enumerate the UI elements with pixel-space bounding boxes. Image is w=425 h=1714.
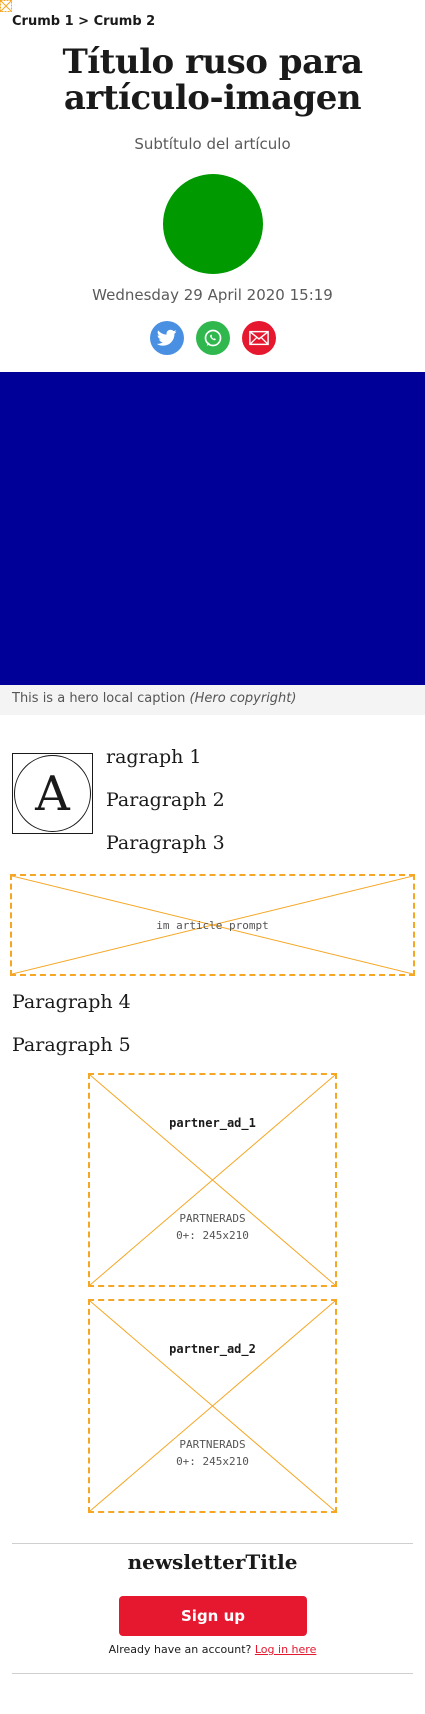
- author-avatar: [163, 174, 263, 274]
- article-subtitle: Subtítulo del artículo: [134, 135, 291, 153]
- divider: [12, 1543, 413, 1544]
- breadcrumb: Crumb 1 > Crumb 2: [12, 14, 155, 29]
- publish-date: Wednesday 29 April 2020 15:19: [92, 286, 333, 304]
- partner-ad[interactable]: partner_ad_1 PARTNERADS 0+: 245x210: [88, 1073, 337, 1287]
- login-prompt: Already have an account? Log in here: [0, 1643, 425, 1656]
- ad-slot-size: 0+: 245x210: [176, 1229, 249, 1242]
- hero-caption: This is a hero local caption (Hero copyr…: [0, 685, 425, 715]
- ad-slot-size: 0+: 245x210: [176, 1455, 249, 1468]
- ad-slot-name: partner_ad_1: [169, 1116, 256, 1130]
- article-title: Título ruso para artículo-imagen: [62, 42, 363, 118]
- ad-slot-name: partner_ad_2: [169, 1342, 256, 1356]
- newsletter-title: newsletterTitle: [127, 1550, 298, 1574]
- paragraph: Paragraph 4: [12, 991, 131, 1013]
- ad-slot-type: PARTNERADS: [179, 1438, 246, 1451]
- paragraph: Paragraph 5: [12, 1034, 131, 1056]
- dropcap-letter: A: [14, 755, 91, 832]
- placeholder-label: im article prompt: [156, 919, 269, 932]
- divider: [12, 1673, 413, 1674]
- paragraph: Paragraph 2: [106, 789, 225, 811]
- caption-text: This is a hero local caption: [12, 691, 186, 706]
- paragraph: ragraph 1: [106, 746, 202, 768]
- breadcrumb-separator: >: [73, 14, 94, 29]
- placeholder-cross: [90, 1075, 335, 1285]
- breadcrumb-item[interactable]: Crumb 1: [12, 14, 74, 29]
- email-icon: [249, 330, 269, 346]
- broken-image-icon: [0, 0, 12, 12]
- login-link[interactable]: Log in here: [255, 1643, 316, 1656]
- share-twitter-button[interactable]: [150, 321, 184, 355]
- share-whatsapp-button[interactable]: [196, 321, 230, 355]
- whatsapp-icon: [204, 329, 222, 347]
- ad-slot-type: PARTNERADS: [179, 1212, 246, 1225]
- caption-copyright: (Hero copyright): [189, 691, 297, 706]
- share-email-button[interactable]: [242, 321, 276, 355]
- signup-button[interactable]: Sign up: [119, 1596, 307, 1636]
- hero-image: [0, 372, 425, 685]
- im-article-prompt: im article prompt: [10, 874, 415, 976]
- placeholder-cross: [90, 1301, 335, 1511]
- partner-ad[interactable]: partner_ad_2 PARTNERADS 0+: 245x210: [88, 1299, 337, 1513]
- dropcap: A: [12, 753, 93, 834]
- account-text: Already have an account?: [108, 1643, 252, 1656]
- paragraph: Paragraph 3: [106, 832, 225, 854]
- breadcrumb-item[interactable]: Crumb 2: [94, 14, 156, 29]
- twitter-icon: [157, 329, 177, 346]
- article-page: Crumb 1 > Crumb 2 Título ruso para artíc…: [0, 0, 425, 1714]
